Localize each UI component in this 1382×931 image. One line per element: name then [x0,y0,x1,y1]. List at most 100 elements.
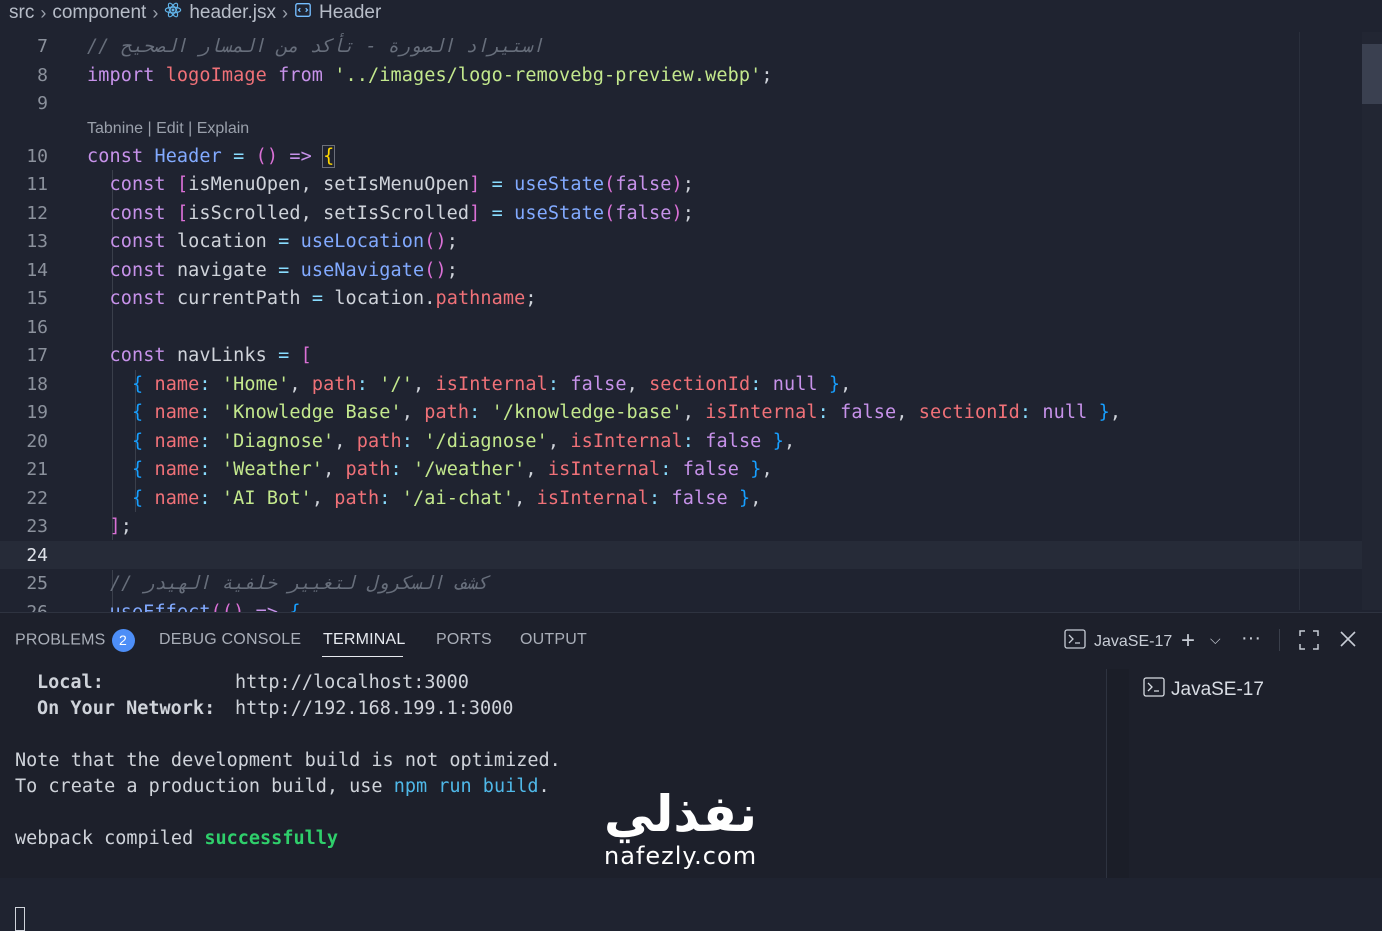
code-line: 26 useEffect(() => { [0,598,1382,613]
line-number: 18 [26,373,48,395]
code-text: const currentPath = location.pathname; [109,287,537,309]
watermark-logo: نفذلي nafezly.com [604,785,757,869]
code-text: const navigate = useNavigate(); [109,259,458,281]
line-number: 23 [26,515,48,537]
tab-terminal[interactable]: TERMINAL [323,631,406,649]
code-text: { name: 'Home', path: '/', isInternal: f… [131,373,852,395]
editor-scrollbar[interactable] [1362,32,1382,610]
react-icon [164,1,182,25]
code-text: { name: 'Knowledge Base', path: '/knowle… [131,401,1122,423]
terminal-icon [1143,677,1165,703]
code-line: 9 [0,89,1382,117]
code-line: 7 // استيراد الصورة - تأكد من المسار الص… [0,32,1382,60]
terminal-shell-selector[interactable]: JavaSE-17 [1064,629,1172,654]
close-icon [1338,631,1358,653]
code-line: 14 const navigate = useNavigate(); [0,256,1382,284]
import-path: '../images/logo-removebg-preview.webp' [334,64,762,86]
tab-debug-console[interactable]: DEBUG CONSOLE [159,631,301,649]
code-line: 18 { name: 'Home', path: '/', isInternal… [0,370,1382,398]
terminal-list-item[interactable]: JavaSE-17 [1143,675,1264,705]
code-line: 11 const [isMenuOpen, setIsMenuOpen] = u… [0,170,1382,198]
code-line: 15 const currentPath = location.pathname… [0,284,1382,312]
maximize-icon [1298,630,1320,655]
problems-count-badge: 2 [111,629,135,652]
line-number: 22 [26,487,48,509]
code-line: 17 const navLinks = [ [0,341,1382,369]
line-number: 21 [26,458,48,480]
code-line: 13 const location = useLocation(); [0,227,1382,255]
tab-ports[interactable]: PORTS [436,631,492,649]
active-tab-indicator [322,656,403,657]
code-comment: // كشف السكرول لتغيير خلفية الهيدر [110,572,489,594]
code-line: 12 const [isScrolled, setIsScrolled] = u… [0,199,1382,227]
tab-label: PROBLEMS [15,631,106,649]
line-number: 10 [26,145,48,167]
code-line: 10 const Header = () => { [0,142,1382,170]
breadcrumb-file[interactable]: header.jsx [189,2,276,24]
code-text: const [isScrolled, setIsScrolled] = useS… [109,202,695,224]
code-line: 25 // كشف السكرول لتغيير خلفية الهيدر [0,569,1382,597]
breadcrumb-component[interactable]: component [52,2,146,24]
line-number: 19 [26,401,48,423]
breadcrumb-symbol[interactable]: Header [319,2,381,24]
code-editor[interactable]: 7 // استيراد الصورة - تأكد من المسار الص… [0,30,1382,612]
new-terminal-button[interactable]: + [1181,627,1195,655]
editor-scrollbar-thumb[interactable] [1362,44,1382,104]
terminal-output[interactable]: Local: http://localhost:3000 On Your Netw… [15,669,1100,931]
code-line: 19 { name: 'Knowledge Base', path: '/kno… [0,398,1382,426]
chevron-right-icon: › [152,2,159,23]
line-number: 11 [26,173,48,195]
line-number: 13 [26,230,48,252]
line-number: 8 [37,64,48,86]
code-line: 22 { name: 'AI Bot', path: '/ai-chat', i… [0,484,1382,512]
line-number: 14 [26,259,48,281]
line-number: 26 [26,601,48,613]
watermark-latin: nafezly.com [604,842,758,870]
code-text: const navLinks = [ [109,344,312,366]
close-panel-button[interactable] [1338,629,1358,654]
codelens-actions[interactable]: Tabnine | Edit | Explain [87,120,249,138]
maximize-panel-button[interactable] [1298,629,1320,656]
tab-problems[interactable]: PROBLEMS 2 [15,629,135,652]
code-text: { name: 'Diagnose', path: '/diagnose', i… [131,430,796,452]
chevron-right-icon: › [40,2,47,23]
breadcrumb-src[interactable]: src [9,2,34,24]
code-line: 8 import logoImage from '../images/logo-… [0,61,1382,89]
ellipsis-icon: ··· [1241,627,1261,649]
breadcrumb: src › component › header.jsx › Header [0,0,1382,26]
line-number: 25 [26,572,48,594]
line-number: 12 [26,202,48,224]
line-number: 24 [26,544,48,566]
more-actions-button[interactable]: ··· [1241,627,1261,650]
watermark-arabic: نفذلي [604,785,758,843]
line-number: 7 [37,35,48,57]
panel-tabs: PROBLEMS 2 DEBUG CONSOLE TERMINAL PORTS O… [0,613,1382,669]
chevron-down-icon: ⌵ [1210,631,1221,647]
code-text: ]; [109,515,132,537]
code-text: { name: 'AI Bot', path: '/ai-chat', isIn… [131,487,762,509]
code-text: useEffect(() => { [109,601,301,613]
plus-icon: + [1181,627,1196,654]
shell-label: JavaSE-17 [1094,632,1173,650]
terminal-scrollbar[interactable] [1106,669,1130,878]
code-line: 21 { name: 'Weather', path: '/weather', … [0,455,1382,483]
terminal-line: webpack compiled successfully [15,828,339,849]
code-line: 20 { name: 'Diagnose', path: '/diagnose'… [0,427,1382,455]
tab-output[interactable]: OUTPUT [520,631,587,649]
code-line-current: 24 [0,541,1382,569]
terminal-line: To create a production build, use npm ru… [15,776,550,797]
line-number: 17 [26,344,48,366]
line-number: 16 [26,316,48,338]
line-number: 20 [26,430,48,452]
terminal-line: Note that the development build is not o… [15,750,561,771]
terminal-cursor [15,907,25,931]
code-text: const [isMenuOpen, setIsMenuOpen] = useS… [109,173,695,195]
chevron-right-icon: › [281,2,288,23]
terminal-icon [1064,629,1086,654]
code-comment: // استيراد الصورة - تأكد من المسار الصحي… [87,35,544,57]
line-number: 15 [26,287,48,309]
code-text: const location = useLocation(); [109,230,458,252]
terminal-list: JavaSE-17 [1129,669,1382,878]
line-number: 9 [37,92,48,114]
terminal-dropdown-button[interactable]: ⌵ [1210,631,1221,648]
